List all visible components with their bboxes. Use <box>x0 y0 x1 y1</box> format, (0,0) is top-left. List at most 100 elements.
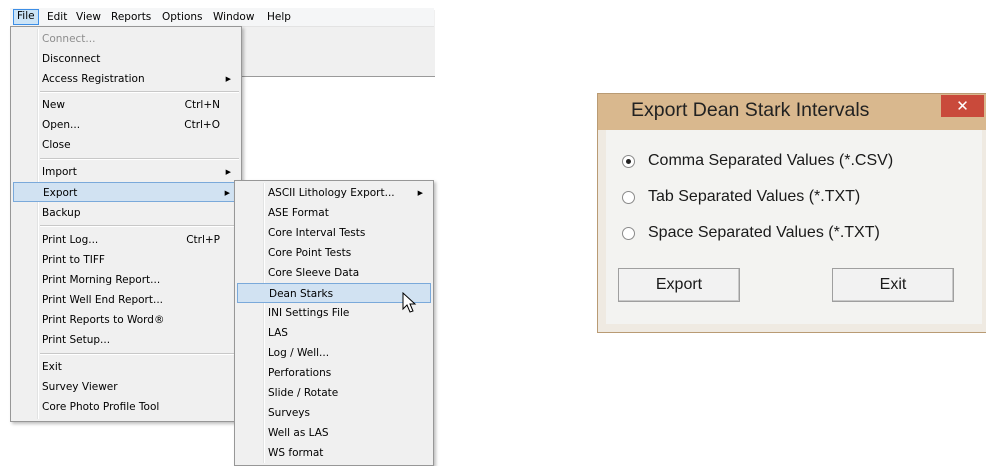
menu-item-new[interactable]: New Ctrl+N <box>13 95 239 115</box>
menu-item-label: Print to TIFF <box>42 254 105 266</box>
menu-item-label: Print Log... <box>42 234 99 246</box>
menu-item-import[interactable]: Import ▶ <box>13 162 239 182</box>
menu-bar: File Edit View Reports Options Window He… <box>10 8 434 27</box>
menu-window[interactable]: Window <box>210 10 257 24</box>
menu-reports[interactable]: Reports <box>108 10 154 24</box>
dialog-title: Export Dean Stark Intervals <box>631 99 870 121</box>
menu-item-label: Backup <box>42 207 81 219</box>
radio-label: Tab Separated Values (*.TXT) <box>648 188 861 205</box>
menu-item-label: Print Morning Report... <box>42 274 161 286</box>
menu-item-print-log[interactable]: Print Log... Ctrl+P <box>13 230 239 250</box>
menu-view[interactable]: View <box>73 10 104 24</box>
file-menu: Connect... Disconnect Access Registratio… <box>10 26 242 422</box>
menu-item-label: Well as LAS <box>268 427 329 439</box>
menu-item-log-well[interactable]: Log / Well... <box>237 343 431 363</box>
submenu-arrow-icon: ▶ <box>225 75 231 83</box>
menu-item-ws-format[interactable]: WS format <box>237 443 431 463</box>
menu-item-label: Survey Viewer <box>42 381 118 393</box>
export-dean-stark-dialog: Export Dean Stark Intervals ✕ Comma Sepa… <box>597 93 986 333</box>
menu-item-label: Core Point Tests <box>268 247 352 259</box>
menu-item-print-reports-to-word[interactable]: Print Reports to Word® <box>13 310 239 330</box>
menu-item-ase-format[interactable]: ASE Format <box>237 203 431 223</box>
menu-item-slide-rotate[interactable]: Slide / Rotate <box>237 383 431 403</box>
menu-item-label: Core Interval Tests <box>268 227 366 239</box>
export-submenu: ASCII Lithology Export... ▶ ASE Format Co… <box>234 180 434 466</box>
radio-label: Space Separated Values (*.TXT) <box>648 224 880 241</box>
menu-item-label: Slide / Rotate <box>268 387 339 399</box>
menu-item-label: Print Well End Report... <box>42 294 164 306</box>
menu-item-label: ASE Format <box>268 207 329 219</box>
menu-separator <box>40 91 239 93</box>
menu-item-label: Log / Well... <box>268 347 330 359</box>
menu-item-label: New <box>42 99 65 111</box>
menu-item-access-registration[interactable]: Access Registration ▶ <box>13 69 239 89</box>
menu-item-print-morning-report[interactable]: Print Morning Report... <box>13 270 239 290</box>
export-button[interactable]: Export <box>618 268 740 302</box>
menu-item-connect: Connect... <box>13 29 239 49</box>
menu-item-perforations[interactable]: Perforations <box>237 363 431 383</box>
menu-item-export[interactable]: Export ▶ <box>13 182 239 202</box>
submenu-arrow-icon: ▶ <box>224 189 230 197</box>
menu-file[interactable]: File <box>13 9 39 25</box>
menu-item-label: Exit <box>42 361 62 373</box>
menu-item-well-as-las[interactable]: Well as LAS <box>237 423 431 443</box>
menu-item-label: ASCII Lithology Export... <box>268 187 395 199</box>
dialog-body: Comma Separated Values (*.CSV) Tab Separ… <box>606 130 982 324</box>
menu-item-label: Core Sleeve Data <box>268 267 360 279</box>
menu-item-print-to-tiff[interactable]: Print to TIFF <box>13 250 239 270</box>
exit-button[interactable]: Exit <box>832 268 954 302</box>
menu-item-label: INI Settings File <box>268 307 350 319</box>
menu-item-label: Import <box>42 166 77 178</box>
menu-item-label: Core Photo Profile Tool <box>42 401 160 413</box>
menu-item-label: Open... <box>42 119 81 131</box>
radio-button[interactable] <box>622 155 635 168</box>
menu-item-surveys[interactable]: Surveys <box>237 403 431 423</box>
menu-item-open[interactable]: Open... Ctrl+O <box>13 115 239 135</box>
submenu-arrow-icon: ▶ <box>417 189 423 197</box>
menu-item-shortcut: Ctrl+P <box>186 234 220 246</box>
menu-item-print-setup[interactable]: Print Setup... <box>13 330 239 350</box>
menu-item-exit[interactable]: Exit <box>13 357 239 377</box>
menu-item-label: Print Reports to Word® <box>42 314 165 326</box>
radio-button[interactable] <box>622 191 635 204</box>
menu-item-core-point-tests[interactable]: Core Point Tests <box>237 243 431 263</box>
close-icon: ✕ <box>956 97 969 115</box>
menu-edit[interactable]: Edit <box>44 10 70 24</box>
menu-item-label: LAS <box>268 327 288 339</box>
workspace-divider <box>241 76 435 77</box>
menu-help[interactable]: Help <box>264 10 294 24</box>
menu-item-label: WS format <box>268 447 324 459</box>
menu-options[interactable]: Options <box>159 10 206 24</box>
menu-item-label: Connect... <box>42 33 96 45</box>
menu-item-print-well-end-report[interactable]: Print Well End Report... <box>13 290 239 310</box>
menu-item-backup[interactable]: Backup <box>13 203 239 223</box>
menu-item-label: Print Setup... <box>42 334 111 346</box>
menu-item-core-sleeve-data[interactable]: Core Sleeve Data <box>237 263 431 283</box>
dialog-titlebar[interactable]: Export Dean Stark Intervals ✕ <box>598 94 986 130</box>
menu-item-las[interactable]: LAS <box>237 323 431 343</box>
menu-separator <box>40 353 239 355</box>
menu-item-label: Surveys <box>268 407 310 419</box>
menu-item-label: Dean Starks <box>269 288 334 300</box>
menu-item-label: Access Registration <box>42 73 145 85</box>
menu-separator <box>40 158 239 160</box>
menu-item-shortcut: Ctrl+N <box>184 99 220 111</box>
menu-separator <box>40 225 239 227</box>
radio-selected-dot <box>626 159 631 164</box>
menu-item-shortcut: Ctrl+O <box>184 119 220 131</box>
menu-item-label: Perforations <box>268 367 332 379</box>
close-button[interactable]: ✕ <box>941 95 984 117</box>
menu-item-label: Disconnect <box>42 53 101 65</box>
menu-item-disconnect[interactable]: Disconnect <box>13 49 239 69</box>
menu-item-close[interactable]: Close <box>13 135 239 155</box>
menu-item-label: Export <box>43 187 78 199</box>
menu-item-survey-viewer[interactable]: Survey Viewer <box>13 377 239 397</box>
menu-item-label: Close <box>42 139 71 151</box>
menu-item-core-interval-tests[interactable]: Core Interval Tests <box>237 223 431 243</box>
radio-button[interactable] <box>622 227 635 240</box>
radio-label: Comma Separated Values (*.CSV) <box>648 152 894 169</box>
submenu-arrow-icon: ▶ <box>225 168 231 176</box>
menu-item-ascii-lithology-export[interactable]: ASCII Lithology Export... ▶ <box>237 183 431 203</box>
arrow-cursor-icon <box>402 292 417 313</box>
menu-item-core-photo-profile-tool[interactable]: Core Photo Profile Tool <box>13 397 239 417</box>
